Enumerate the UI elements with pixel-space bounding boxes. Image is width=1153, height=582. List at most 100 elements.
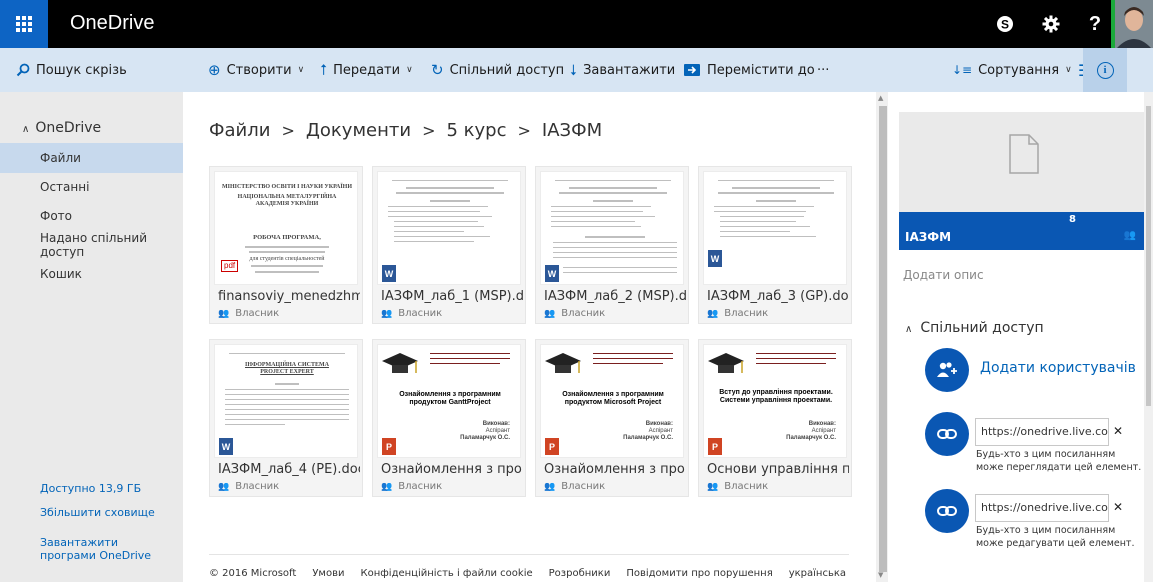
owner-label: Власник <box>561 308 606 319</box>
more-button[interactable]: ··· <box>817 48 829 92</box>
owner-label: Власник <box>724 481 769 492</box>
slide-author-role: Аспірант <box>648 428 673 434</box>
scrollbar-thumb[interactable] <box>1146 106 1151 406</box>
file-name[interactable]: Ознайомлення з прогр.. <box>544 462 686 477</box>
view-link-field[interactable]: https://onedrive.live.co... <box>975 418 1109 446</box>
file-name[interactable]: ІАЗФМ_лаб_3 (GP).doc <box>707 289 849 304</box>
search-button[interactable]: Пошук скрізь <box>0 48 183 92</box>
top-bar: OneDrive S ? <box>0 0 1153 48</box>
create-button[interactable]: ⊕ Створити ∨ <box>208 48 304 92</box>
more-icon: ··· <box>817 62 830 78</box>
details-title-bar: 8 ІАЗФМ 👥 <box>899 212 1144 250</box>
file-tile[interactable]: МІНІСТЕРСТВО ОСВІТИ І НАУКИ УКРАЇНИ НАЦІ… <box>209 166 363 324</box>
download-icon: ⭣ <box>570 61 578 79</box>
file-owner: 👥 Власник <box>707 308 768 319</box>
gear-icon <box>1042 15 1060 33</box>
increase-storage-link[interactable]: Збільшити сховище <box>40 506 155 519</box>
app-title[interactable]: OneDrive <box>70 12 154 35</box>
owner-label: Власник <box>235 308 280 319</box>
slide-author-role: Аспірант <box>811 428 836 434</box>
get-apps-link-line1[interactable]: Завантажити <box>40 536 118 549</box>
chevron-down-icon: ∨ <box>297 65 305 75</box>
plus-icon: ⊕ <box>208 61 221 79</box>
sharing-section-header[interactable]: ∧ Спільний доступ <box>905 320 1044 336</box>
nav-item-photos[interactable]: Фото <box>0 201 183 231</box>
file-thumbnail: МІНІСТЕРСТВО ОСВІТИ І НАУКИ УКРАЇНИ НАЦІ… <box>214 171 358 285</box>
file-thumbnail: ІНФОРМАЦІЙНА СИСТЕМА PROJECT EXPERT W <box>214 344 358 458</box>
app-launcher-button[interactable] <box>0 0 48 48</box>
file-name[interactable]: ІАЗФМ_лаб_1 (MSP).doc <box>381 289 523 304</box>
scroll-up-icon[interactable]: ▲ <box>878 94 883 102</box>
sort-icon: ↓≡ <box>952 63 973 77</box>
nav-root-onedrive[interactable]: ∧ OneDrive <box>22 120 101 136</box>
people-icon: 👥 <box>218 481 230 492</box>
file-name[interactable]: Ознайомлення з прогр.. <box>381 462 523 477</box>
settings-button[interactable] <box>1028 0 1074 48</box>
thumbnail-text: НАЦІОНАЛЬНА МЕТАЛУРГІЙНА АКАДЕМІЯ УКРАЇН… <box>237 194 337 207</box>
chevron-down-icon: ∨ <box>406 65 413 75</box>
breadcrumb-item[interactable]: Документи <box>306 120 411 141</box>
sort-button[interactable]: ↓≡ Сортування ∨ <box>952 48 1072 92</box>
file-thumbnail: W <box>377 171 521 285</box>
nav-root-label: OneDrive <box>35 120 102 136</box>
owner-label: Власник <box>398 308 443 319</box>
file-tile[interactable]: ІНФОРМАЦІЙНА СИСТЕМА PROJECT EXPERT W ІА… <box>209 339 363 497</box>
share-button[interactable]: ↻ Спільний доступ <box>431 48 564 92</box>
slide-title: Вступ до управління проектами. Системи у… <box>719 389 833 404</box>
add-users-icon[interactable] <box>925 348 969 392</box>
slide-title: Ознайомлення з програмним продуктом Gant… <box>399 391 501 406</box>
breadcrumb-item[interactable]: Файли <box>209 120 270 141</box>
help-icon: ? <box>1088 12 1102 35</box>
powerpoint-icon: P <box>545 438 559 455</box>
storage-link[interactable]: Доступно 13,9 ГБ <box>40 482 141 495</box>
file-tile[interactable]: Вступ до управління проектами. Системи у… <box>698 339 852 497</box>
footer-link-privacy[interactable]: Конфіденційність і файли cookie <box>360 568 532 579</box>
file-owner: 👥 Власник <box>381 308 442 319</box>
nav-item-recycle-bin[interactable]: Кошик <box>0 259 183 289</box>
details-scrollbar[interactable] <box>1144 92 1153 582</box>
people-icon: 👥 <box>707 481 719 492</box>
edit-link-description-line2: може редагувати цей елемент. <box>976 538 1135 549</box>
upload-label: Передати <box>333 62 401 78</box>
nav-item-files[interactable]: Файли <box>0 143 183 173</box>
file-thumbnail: W <box>703 171 847 285</box>
details-pane-button[interactable]: i <box>1083 48 1127 92</box>
footer-link-developers[interactable]: Розробники <box>549 568 611 579</box>
remove-edit-link-button[interactable]: ✕ <box>1113 500 1123 514</box>
main-scrollbar[interactable]: ▲ ▼ <box>876 92 888 582</box>
owner-label: Власник <box>398 481 443 492</box>
breadcrumb-item[interactable]: 5 курс <box>446 120 506 141</box>
nav-item-recent[interactable]: Останні <box>0 172 183 202</box>
details-title: ІАЗФМ <box>905 230 952 244</box>
shared-people-icon: 👥 <box>1123 230 1136 241</box>
skype-button[interactable]: S <box>982 0 1028 48</box>
move-to-button[interactable]: Перемістити до <box>684 48 815 92</box>
scroll-down-icon[interactable]: ▼ <box>878 571 883 579</box>
nav-item-shared[interactable]: Надано спільний доступ <box>0 230 183 260</box>
file-tile[interactable]: Ознайомлення з програмним продуктом Micr… <box>535 339 689 497</box>
download-button[interactable]: ⭣ Завантажити <box>570 48 675 92</box>
get-apps-link-line2[interactable]: програми OneDrive <box>40 549 151 562</box>
file-name[interactable]: finansoviy_menedzhme... <box>218 289 360 304</box>
footer-link-terms[interactable]: Умови <box>312 568 344 579</box>
remove-view-link-button[interactable]: ✕ <box>1113 424 1123 438</box>
avatar[interactable] <box>1111 0 1153 48</box>
file-tile[interactable]: W ІАЗФМ_лаб_1 (MSP).doc 👥 Власник <box>372 166 526 324</box>
file-owner: 👥 Власник <box>218 308 279 319</box>
file-name[interactable]: ІАЗФМ_лаб_4 (PE).doc <box>218 462 360 477</box>
footer-link-language[interactable]: українська <box>789 568 846 579</box>
file-tile[interactable]: W ІАЗФМ_лаб_2 (MSP).doc 👥 Власник <box>535 166 689 324</box>
file-name[interactable]: Основи управління пр... <box>707 462 849 477</box>
file-tile[interactable]: W ІАЗФМ_лаб_3 (GP).doc 👥 Власник <box>698 166 852 324</box>
file-tile[interactable]: Ознайомлення з програмним продуктом Gant… <box>372 339 526 497</box>
add-users-link[interactable]: Додати користувачів <box>980 360 1136 376</box>
add-description-field[interactable]: Додати опис <box>903 268 984 282</box>
file-thumbnail: Вступ до управління проектами. Системи у… <box>703 344 847 458</box>
edit-link-field[interactable]: https://onedrive.live.co... <box>975 494 1109 522</box>
footer-link-report-abuse[interactable]: Повідомити про порушення <box>626 568 772 579</box>
upload-button[interactable]: ⭡ Передати ∨ <box>320 48 413 92</box>
scrollbar-thumb[interactable] <box>879 106 887 572</box>
file-name[interactable]: ІАЗФМ_лаб_2 (MSP).doc <box>544 289 686 304</box>
word-icon: W <box>545 265 559 282</box>
word-icon: W <box>708 250 722 267</box>
